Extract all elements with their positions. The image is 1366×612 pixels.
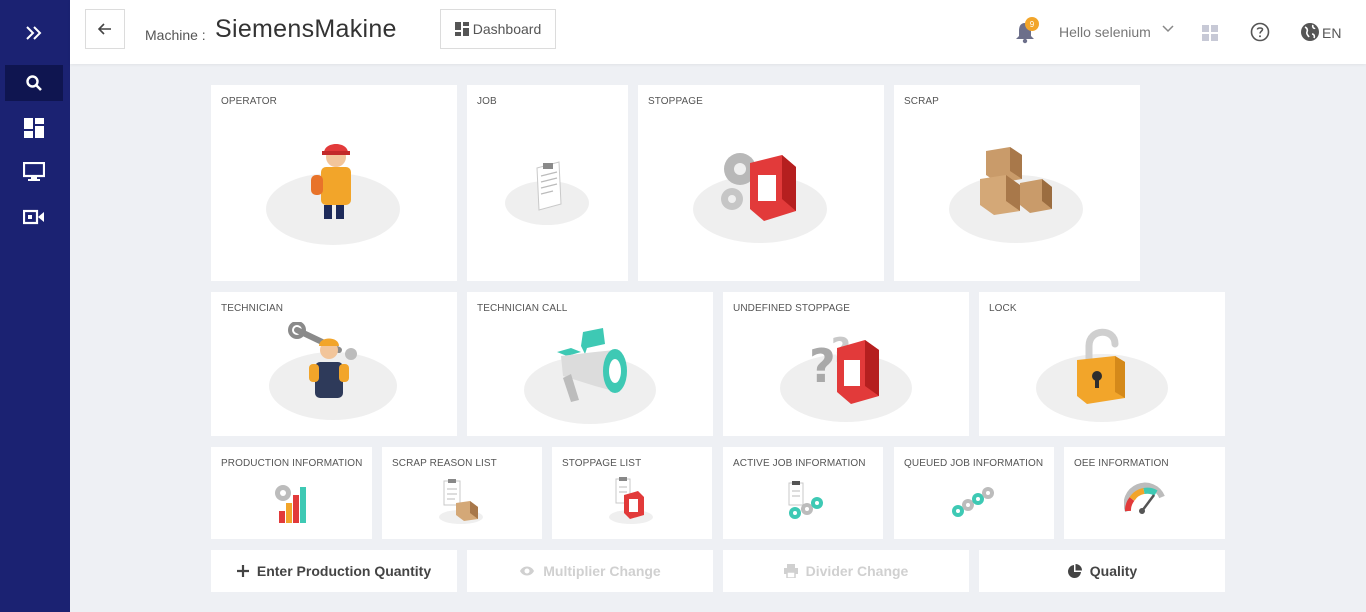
search-icon bbox=[26, 75, 42, 91]
active-job-illustration bbox=[788, 481, 823, 519]
stoppage-illustration bbox=[693, 153, 827, 243]
boxes-illustration bbox=[949, 147, 1083, 243]
card-title: LOCK bbox=[989, 303, 1017, 314]
sidebar-expand-button[interactable] bbox=[5, 15, 63, 51]
technician-illustration bbox=[269, 322, 397, 420]
button-label: Divider Change bbox=[805, 563, 909, 579]
eye-icon bbox=[520, 566, 535, 576]
card-title: STOPPAGE LIST bbox=[562, 458, 642, 469]
card-title: JOB bbox=[477, 96, 497, 107]
card-title: OPERATOR bbox=[221, 96, 277, 107]
card-title: SCRAP bbox=[904, 96, 939, 107]
user-greeting[interactable]: Hello selenium bbox=[1059, 24, 1151, 40]
card-title: OEE INFORMATION bbox=[1074, 458, 1169, 469]
top-header: Machine : SiemensMakine Dashboard 9 Hell… bbox=[70, 0, 1366, 64]
dashboard-label: Dashboard bbox=[472, 21, 542, 37]
quality-button[interactable]: Quality bbox=[979, 550, 1225, 592]
sidebar-item-search[interactable] bbox=[5, 65, 63, 101]
sidebar-item-monitor[interactable] bbox=[5, 154, 63, 190]
queued-job-illustration bbox=[952, 487, 994, 517]
oee-information-card[interactable]: OEE INFORMATION bbox=[1064, 447, 1225, 539]
queued-job-information-card[interactable]: QUEUED JOB INFORMATION bbox=[894, 447, 1054, 539]
operator-card[interactable]: OPERATOR bbox=[211, 85, 457, 281]
operator-illustration bbox=[266, 144, 400, 245]
language-selector[interactable]: EN bbox=[1322, 25, 1341, 41]
megaphone-illustration bbox=[524, 328, 656, 424]
plus-icon bbox=[236, 565, 249, 577]
button-label: Quality bbox=[1089, 563, 1138, 579]
lock-illustration bbox=[1036, 328, 1168, 422]
lock-card[interactable]: LOCK bbox=[979, 292, 1225, 436]
expand-icon bbox=[26, 26, 42, 40]
machine-label: Machine : bbox=[145, 27, 206, 43]
scrap-reason-list-card[interactable]: SCRAP REASON LIST bbox=[382, 447, 542, 539]
card-title: QUEUED JOB INFORMATION bbox=[904, 458, 1044, 469]
card-title: TECHNICIAN CALL bbox=[477, 303, 568, 314]
dashboard-button[interactable]: Dashboard bbox=[440, 9, 556, 49]
sidebar-item-video[interactable] bbox=[5, 199, 63, 235]
dashboard-icon bbox=[454, 22, 469, 36]
machine-name: SiemensMakine bbox=[215, 15, 397, 43]
stoppage-list-illustration bbox=[609, 477, 653, 524]
stoppage-list-card[interactable]: STOPPAGE LIST bbox=[552, 447, 712, 539]
arrow-left-icon bbox=[98, 23, 111, 35]
gauge-illustration bbox=[1124, 482, 1165, 514]
clipboard-illustration bbox=[505, 161, 589, 225]
divider-change-button[interactable]: Divider Change bbox=[723, 550, 969, 592]
job-card[interactable]: JOB bbox=[467, 85, 628, 281]
scrap-card[interactable]: SCRAP bbox=[894, 85, 1140, 281]
printer-icon bbox=[783, 564, 798, 578]
stoppage-card[interactable]: STOPPAGE bbox=[638, 85, 884, 281]
technician-call-card[interactable]: TECHNICIAN CALL bbox=[467, 292, 713, 436]
card-title: UNDEFINED STOPPAGE bbox=[733, 303, 851, 314]
back-button[interactable] bbox=[85, 9, 125, 49]
apps-grid-icon[interactable] bbox=[1202, 25, 1218, 41]
scrap-list-illustration bbox=[439, 479, 483, 524]
undefined-stoppage-illustration: ? ? bbox=[780, 331, 912, 422]
notification-badge: 9 bbox=[1025, 17, 1039, 31]
active-job-information-card[interactable]: ACTIVE JOB INFORMATION bbox=[723, 447, 883, 539]
sidebar-item-dashboard[interactable] bbox=[5, 110, 63, 146]
monitor-icon bbox=[23, 162, 45, 181]
enter-production-quantity-button[interactable]: Enter Production Quantity bbox=[211, 550, 457, 592]
undefined-stoppage-card[interactable]: UNDEFINED STOPPAGE ? ? bbox=[723, 292, 969, 436]
help-icon[interactable] bbox=[1250, 22, 1270, 42]
sidebar bbox=[0, 0, 70, 612]
button-label: Enter Production Quantity bbox=[256, 563, 432, 579]
button-label: Multiplier Change bbox=[543, 563, 661, 579]
card-title: TECHNICIAN bbox=[221, 303, 284, 314]
technician-card[interactable]: TECHNICIAN bbox=[211, 292, 457, 436]
card-title: SCRAP REASON LIST bbox=[392, 458, 497, 469]
multiplier-change-button[interactable]: Multiplier Change bbox=[467, 550, 713, 592]
production-information-card[interactable]: PRODUCTION INFORMATION bbox=[211, 447, 372, 539]
globe-icon[interactable] bbox=[1300, 22, 1320, 42]
dashboard-icon bbox=[24, 118, 44, 138]
card-title: PRODUCTION INFORMATION bbox=[221, 458, 363, 469]
production-chart-illustration bbox=[275, 485, 306, 523]
chevron-down-icon[interactable] bbox=[1162, 25, 1174, 33]
card-title: STOPPAGE bbox=[648, 96, 703, 107]
card-title: ACTIVE JOB INFORMATION bbox=[733, 458, 866, 469]
pie-chart-icon bbox=[1067, 563, 1082, 578]
video-icon bbox=[23, 209, 44, 225]
